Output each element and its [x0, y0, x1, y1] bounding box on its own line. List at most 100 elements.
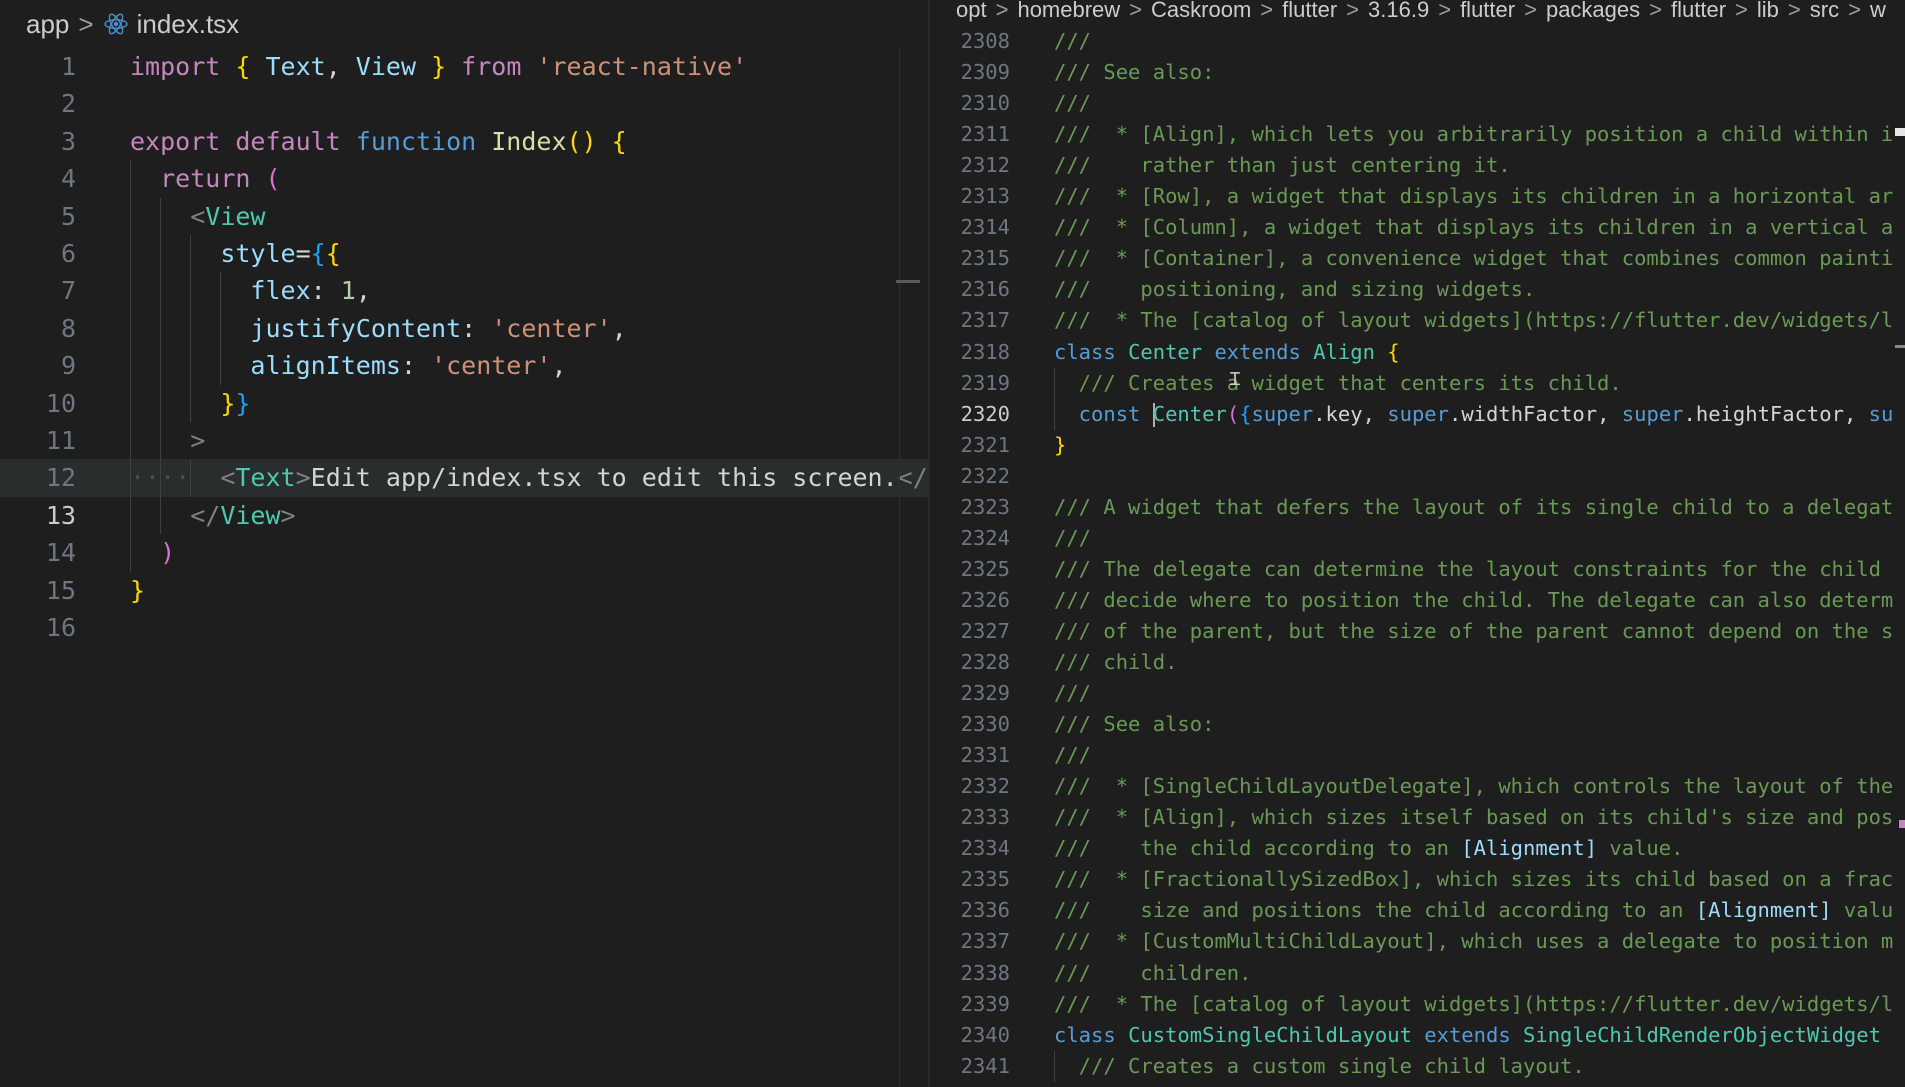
- line-number: 2316: [960, 277, 1010, 302]
- code-token: }: [1054, 432, 1067, 457]
- code-line[interactable]: 2323 /// A widget that defers the layout …: [930, 492, 1905, 523]
- code-text: ···· <Text>Edit app/index.tsx to edit th…: [130, 459, 928, 496]
- breadcrumb-item[interactable]: lib: [1757, 0, 1779, 22]
- breadcrumb-item[interactable]: opt: [956, 0, 987, 22]
- code-token: }: [220, 388, 236, 418]
- code-line[interactable]: 2315 /// * [Container], a convenience wid…: [930, 243, 1905, 274]
- code-line[interactable]: 12 ···· <Text>Edit app/index.tsx to edit …: [0, 459, 928, 497]
- breadcrumb-item-file[interactable]: index.tsx: [137, 0, 240, 48]
- code-line[interactable]: 2313 /// * [Row], a widget that displays …: [930, 181, 1905, 212]
- code-token: Center: [1128, 339, 1215, 364]
- breadcrumb-item[interactable]: flutter: [1671, 0, 1726, 22]
- code-line[interactable]: 7 flex: 1,: [0, 272, 928, 310]
- code-line[interactable]: 2334 /// the child according to an [Align…: [930, 833, 1905, 864]
- code-line[interactable]: 2329 ///: [930, 678, 1905, 709]
- code-line[interactable]: 2337 /// * [CustomMultiChildLayout], whic…: [930, 926, 1905, 957]
- code-line[interactable]: 2320 const Center({super.key, super.widt…: [930, 398, 1905, 430]
- code-token: class: [1054, 339, 1129, 364]
- code-token: function: [355, 126, 492, 156]
- line-number: 2315: [960, 246, 1010, 271]
- code-line[interactable]: 16: [0, 609, 928, 646]
- code-line[interactable]: 2328 /// child.: [930, 647, 1905, 678]
- breadcrumb-item[interactable]: 3.16.9: [1368, 0, 1429, 22]
- code-token: /// * [Column], a widget that displays i…: [1054, 215, 1894, 240]
- left-editor-pane[interactable]: app > index.tsx 1 import { Text, View } fro…: [0, 0, 928, 1087]
- code-line[interactable]: 2330 /// See also:: [930, 709, 1905, 740]
- breadcrumb-item[interactable]: w: [1870, 0, 1886, 22]
- code-token: (): [566, 126, 612, 156]
- code-line[interactable]: 14 ): [0, 534, 928, 572]
- code-token: {: [235, 52, 266, 81]
- code-line[interactable]: 2336 /// size and positions the child acc…: [930, 895, 1905, 926]
- code-line[interactable]: 2321}: [930, 430, 1905, 461]
- breadcrumb-item[interactable]: flutter: [1282, 0, 1337, 22]
- code-line[interactable]: 2326 /// decide where to position the chi…: [930, 585, 1905, 616]
- code-token: su: [1868, 401, 1894, 426]
- code-line[interactable]: 6 style={{: [0, 235, 928, 273]
- right-editor-pane[interactable]: opt > homebrew > Caskroom > flutter >3.16.9 > flu…: [930, 0, 1905, 1087]
- code-line[interactable]: 2324 ///: [930, 523, 1905, 554]
- breadcrumb-item[interactable]: flutter: [1460, 0, 1515, 22]
- breadcrumb-item[interactable]: packages: [1546, 0, 1640, 22]
- code-line[interactable]: 9 alignItems: 'center',: [0, 347, 928, 385]
- line-number: 1: [60, 52, 76, 81]
- code-token: valu: [1831, 898, 1894, 923]
- line-number: 2314: [960, 215, 1010, 240]
- breadcrumb-item[interactable]: Caskroom: [1151, 0, 1251, 22]
- code-line[interactable]: 2325 /// The delegate can determine the l…: [930, 554, 1905, 585]
- code-line[interactable]: 2341 /// Creates a custom single child l…: [930, 1050, 1905, 1082]
- breadcrumb-item[interactable]: homebrew: [1017, 0, 1120, 22]
- indent-guide: [190, 272, 191, 310]
- line-number: 2339: [960, 991, 1010, 1016]
- breadcrumb-item[interactable]: src: [1810, 0, 1839, 22]
- code-line[interactable]: 2312 /// rather than just centering it.: [930, 150, 1905, 181]
- code-line[interactable]: 2338 /// children.: [930, 958, 1905, 989]
- code-line[interactable]: 2335 /// * [FractionallySizedBox], which …: [930, 864, 1905, 895]
- indent-guide: [190, 235, 191, 273]
- code-line[interactable]: 2332 /// * [SingleChildLayoutDelegate], w…: [930, 771, 1905, 802]
- code-token: >: [280, 500, 296, 530]
- code-line[interactable]: 1 import { Text, View } from 'react-nativ…: [0, 48, 928, 85]
- breadcrumb-item-folder[interactable]: app: [26, 0, 69, 48]
- code-line[interactable]: 2327 /// of the parent, but the size of t…: [930, 616, 1905, 647]
- line-number: 2310: [960, 91, 1010, 116]
- code-line[interactable]: 2310 ///: [930, 88, 1905, 119]
- code-line[interactable]: 4 return (: [0, 160, 928, 198]
- code-line[interactable]: 2318 class Center extends Align {: [930, 337, 1905, 368]
- code-token: ///: [1054, 525, 1092, 550]
- code-line[interactable]: 2317 /// * The [catalog of layout widgets…: [930, 305, 1905, 336]
- code-line[interactable]: 2314 /// * [Column], a widget that displa…: [930, 212, 1905, 243]
- code-line[interactable]: 2311 /// * [Align], which lets you arbitr…: [930, 119, 1905, 150]
- line-number: 3: [60, 126, 76, 156]
- indent-guide: [160, 309, 161, 348]
- code-token: /// Creates a custom single child layout…: [1054, 1053, 1585, 1078]
- code-line[interactable]: 2331 ///: [930, 740, 1905, 771]
- code-line[interactable]: 2340 class CustomSingleChildLayout extend…: [930, 1020, 1905, 1051]
- code-line[interactable]: 2339 /// * The [catalog of layout widgets…: [930, 989, 1905, 1020]
- code-line[interactable]: 13 </View>: [0, 496, 928, 535]
- code-text: /// The delegate can determine the layou…: [1054, 554, 1893, 585]
- line-number: 2328: [960, 650, 1010, 674]
- code-text: ///: [1054, 26, 1091, 57]
- code-line[interactable]: 2333 /// * [Align], which sizes itself ba…: [930, 802, 1905, 833]
- code-line[interactable]: 2316 /// positioning, and sizing widgets.: [930, 274, 1905, 305]
- code-line[interactable]: 10 }}: [0, 384, 928, 422]
- code-token: }: [130, 575, 146, 605]
- code-token: 1: [340, 276, 356, 306]
- code-text: /// the child according to an [Alignment…: [1054, 833, 1683, 864]
- code-line[interactable]: 15}: [0, 572, 928, 609]
- code-line[interactable]: 2: [0, 85, 928, 122]
- overview-ruler-marker: [1895, 128, 1905, 136]
- scrollbar[interactable]: [896, 48, 928, 1087]
- code-line[interactable]: 2309 /// See also:: [930, 57, 1905, 88]
- line-number: 2325: [960, 556, 1010, 581]
- line-number: 2337: [960, 929, 1010, 954]
- code-line[interactable]: 5 <View: [0, 197, 928, 235]
- code-line[interactable]: 2319 /// Creates a widget that centers i…: [930, 367, 1905, 399]
- code-line[interactable]: 11 >: [0, 422, 928, 460]
- line-number: 2321: [960, 432, 1010, 457]
- code-line[interactable]: 2322: [930, 461, 1905, 492]
- code-line[interactable]: 8 justifyContent: 'center',: [0, 309, 928, 348]
- code-line[interactable]: 2308 ///: [930, 26, 1905, 57]
- code-line[interactable]: 3 export default function Index() {: [0, 123, 928, 160]
